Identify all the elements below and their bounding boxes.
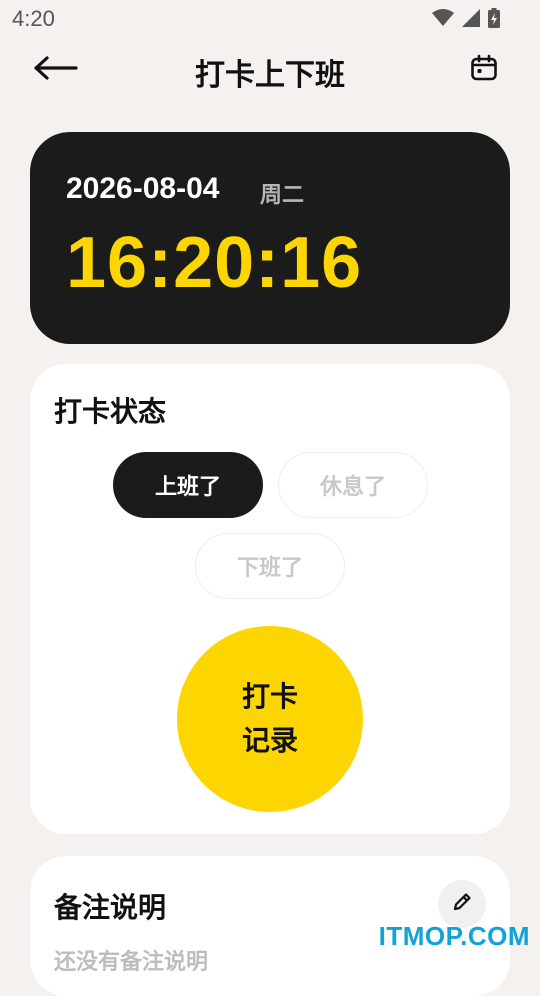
clock-time: 16:20:16 — [66, 223, 363, 303]
clock-weekday: 周二 — [260, 183, 305, 208]
pencil-icon — [451, 891, 473, 917]
status-option-resting[interactable]: 休息了 — [278, 452, 428, 518]
page-title: 打卡上下班 — [195, 58, 345, 93]
watermark: ITMOP.COM — [378, 921, 530, 951]
battery-charging-icon — [488, 8, 500, 32]
status-bar: 4:20 — [0, 0, 540, 38]
status-section-title: 打卡状态 — [54, 395, 167, 428]
signal-icon — [462, 9, 480, 31]
app-bar: 打卡上下班 — [0, 38, 540, 102]
notes-title: 备注说明 — [54, 891, 167, 924]
clock-date: 2026-08-04 — [66, 172, 220, 205]
punch-label-line1: 打卡 — [241, 680, 298, 713]
status-card: 打卡状态 上班了 休息了 下班了 打卡 记录 — [30, 364, 510, 834]
punch-record-button[interactable]: 打卡 记录 — [177, 626, 363, 812]
status-time: 4:20 — [12, 6, 55, 31]
status-icons — [432, 8, 500, 32]
calendar-icon — [470, 54, 498, 86]
clock-card: 2026-08-04 周二 16:20:16 — [30, 132, 510, 344]
status-option-off-duty[interactable]: 下班了 — [195, 533, 345, 599]
status-option-on-duty[interactable]: 上班了 — [113, 452, 263, 518]
calendar-button[interactable] — [466, 52, 502, 88]
notes-empty-text: 还没有备注说明 — [54, 950, 209, 975]
punch-label-line2: 记录 — [241, 724, 298, 757]
wifi-icon — [432, 9, 454, 31]
